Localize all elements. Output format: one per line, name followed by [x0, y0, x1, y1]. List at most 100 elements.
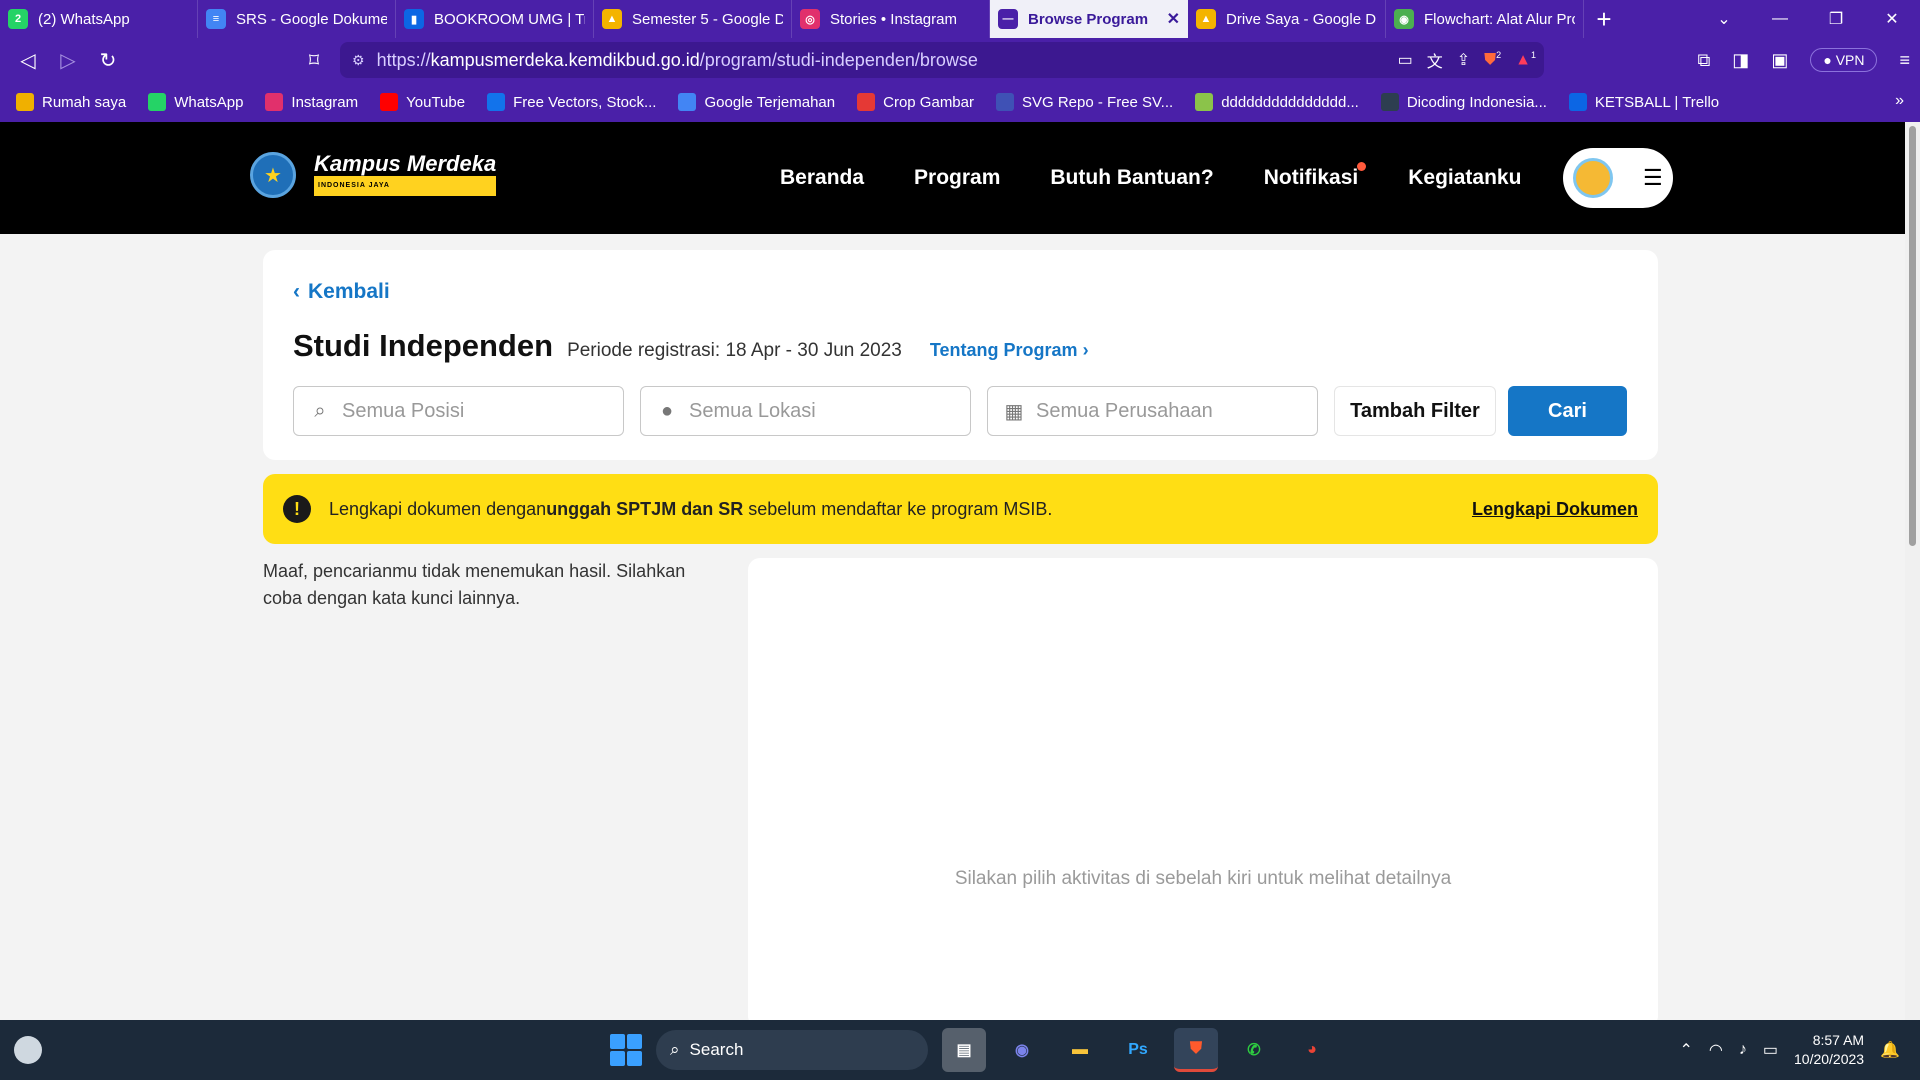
brave-browser-icon[interactable]: ⛊: [1174, 1028, 1218, 1072]
bookmark-item[interactable]: WhatsApp: [148, 93, 243, 111]
browser-tab[interactable]: ▮ BOOKROOM UMG | Trello: [396, 0, 594, 38]
teams-chat-icon[interactable]: ◉: [1000, 1028, 1044, 1072]
tab-title: Semester 5 - Google Drive: [632, 10, 783, 28]
browser-tab[interactable]: ▲ Drive Saya - Google Drive: [1188, 0, 1386, 38]
about-program-link[interactable]: Tentang Program ›: [930, 340, 1089, 361]
scrollbar-thumb[interactable]: [1909, 126, 1916, 546]
location-search-input[interactable]: ● Semua Lokasi: [640, 386, 971, 436]
bookmark-favicon-icon: [857, 93, 876, 111]
chevron-right-icon: ›: [1082, 340, 1089, 360]
browser-tab[interactable]: ≡ SRS - Google Dokumen: [198, 0, 396, 38]
bookmark-item[interactable]: Free Vectors, Stock...: [487, 93, 656, 111]
bookmark-label: WhatsApp: [174, 93, 244, 111]
nav-bantuan[interactable]: Butuh Bantuan?: [1050, 166, 1213, 190]
brave-rewards-icon[interactable]: ▲1: [1515, 50, 1536, 69]
site-logo[interactable]: ★ Kampus Merdeka INDONESIA JAYA: [250, 152, 497, 198]
detail-panel: Silakan pilih aktivitas di sebelah kiri …: [748, 558, 1658, 1020]
bookmark-item[interactable]: Instagram: [265, 93, 358, 111]
menu-icon[interactable]: ≡: [1899, 50, 1910, 71]
tab-title: (2) WhatsApp: [38, 10, 130, 28]
bookmark-item[interactable]: Crop Gambar: [857, 93, 974, 111]
bookmark-label: Instagram: [291, 93, 359, 111]
new-tab-button[interactable]: +: [1584, 0, 1624, 38]
bookmark-item[interactable]: SVG Repo - Free SV...: [996, 93, 1173, 111]
windows-start-icon[interactable]: [610, 1034, 642, 1066]
bookmark-item[interactable]: Rumah saya: [16, 93, 126, 111]
nav-beranda[interactable]: Beranda: [780, 166, 864, 190]
search-button[interactable]: Cari: [1508, 386, 1627, 436]
browser-toolbar: ◁ ▷ ↻ ⌑ ⚙ https://kampusmerdeka.kemdikbu…: [0, 38, 1920, 82]
avatar[interactable]: [1573, 158, 1613, 198]
task-view-icon[interactable]: ▤: [942, 1028, 986, 1072]
back-arrow-icon[interactable]: ◁: [8, 42, 48, 78]
wallet-icon[interactable]: ▣: [1771, 50, 1788, 71]
address-bar[interactable]: ⚙ https://kampusmerdeka.kemdikbud.go.id /…: [340, 42, 1544, 78]
hamburger-menu-icon[interactable]: ☰: [1643, 165, 1663, 191]
bookmark-item[interactable]: Dicoding Indonesia...: [1380, 93, 1547, 111]
vpn-button[interactable]: ● VPN: [1810, 48, 1878, 72]
browser-tab[interactable]: ◉ Flowchart: Alat Alur Proses: [1386, 0, 1584, 38]
share-icon[interactable]: ⇪: [1457, 50, 1470, 70]
volume-icon[interactable]: ♪: [1739, 1041, 1747, 1059]
notification-bell-icon[interactable]: 🔔: [1880, 1040, 1900, 1060]
company-search-input[interactable]: ▦ Semua Perusahaan: [987, 386, 1318, 436]
back-link[interactable]: ‹ Kembali: [293, 280, 390, 304]
bookmark-favicon-icon: [996, 93, 1014, 111]
bookmark-label: SVG Repo - Free SV...: [1022, 93, 1174, 111]
restore-icon[interactable]: ❐: [1808, 9, 1864, 29]
forward-arrow-icon[interactable]: ▷: [48, 42, 88, 78]
bookmark-item[interactable]: KETSBALL | Trello: [1568, 93, 1719, 111]
url-scheme: https://: [376, 49, 431, 70]
bookmark-item[interactable]: YouTube: [380, 93, 465, 111]
reload-icon[interactable]: ↻: [88, 42, 128, 78]
brave-shield-icon[interactable]: ⛊2: [1484, 50, 1501, 69]
add-filter-button[interactable]: Tambah Filter: [1334, 386, 1496, 436]
phone-app-icon[interactable]: ✆: [1232, 1028, 1276, 1072]
bookmark-item[interactable]: ddddddddddddddd...: [1195, 93, 1359, 111]
complete-documents-link[interactable]: Lengkapi Dokumen: [1472, 499, 1638, 520]
close-window-icon[interactable]: ✕: [1864, 9, 1920, 29]
browser-tab[interactable]: — Browse Program | Kampus ✕: [990, 0, 1188, 38]
bookmark-icon[interactable]: ⌑: [294, 42, 334, 78]
tab-title: Browse Program | Kampus: [1028, 10, 1153, 28]
bookmark-favicon-icon: [1195, 93, 1214, 111]
sidebar-icon[interactable]: ◨: [1732, 50, 1749, 71]
bookmark-favicon-icon: [678, 93, 697, 111]
position-search-input[interactable]: ⌕ Semua Posisi: [293, 386, 624, 436]
bookmark-favicon-icon: [487, 93, 506, 111]
weather-icon[interactable]: [14, 1036, 42, 1064]
photoshop-icon[interactable]: Ps: [1116, 1028, 1160, 1072]
tut-wuri-emblem-icon: ★: [250, 152, 296, 198]
cast-icon[interactable]: ▭: [1398, 50, 1413, 70]
tab-favicon-icon: ◉: [1394, 9, 1414, 29]
extensions-icon[interactable]: ⧉: [1697, 50, 1710, 71]
more-bookmarks-icon[interactable]: »: [1895, 92, 1904, 110]
url-host: kampusmerdeka.kemdikbud.go.id: [430, 49, 700, 70]
bookmarks-bar: Rumah saya WhatsApp Instagram YouTube Free V…: [0, 82, 1920, 122]
bookmark-favicon-icon: [265, 93, 284, 111]
browser-tab[interactable]: ◎ Stories • Instagram: [792, 0, 990, 38]
user-menu[interactable]: ☰: [1563, 148, 1673, 208]
site-info-icon[interactable]: ⚙: [352, 52, 365, 69]
browser-tab[interactable]: 2 (2) WhatsApp: [0, 0, 198, 38]
nav-program[interactable]: Program: [914, 166, 1000, 190]
show-hidden-icons-icon[interactable]: ⌃: [1680, 1040, 1693, 1060]
tab-search-icon[interactable]: ⌄: [1696, 9, 1752, 29]
nav-notifikasi[interactable]: Notifikasi: [1264, 162, 1367, 190]
page-scrollbar[interactable]: [1905, 122, 1920, 1020]
battery-icon[interactable]: ▭: [1763, 1040, 1778, 1060]
bookmark-favicon-icon: [380, 93, 399, 111]
chrome-icon[interactable]: ◕: [1290, 1028, 1334, 1072]
bookmark-item[interactable]: Google Terjemahan: [678, 93, 835, 111]
detail-hint: Silakan pilih aktivitas di sebelah kiri …: [954, 868, 1452, 889]
translate-icon[interactable]: 文: [1427, 48, 1443, 72]
window-controls: ⌄ — ❐ ✕: [1696, 0, 1920, 38]
wifi-icon[interactable]: ◠: [1709, 1040, 1723, 1060]
minimize-icon[interactable]: —: [1752, 10, 1808, 28]
browser-tab[interactable]: ▲ Semester 5 - Google Drive: [594, 0, 792, 38]
file-explorer-icon[interactable]: ▬: [1058, 1028, 1102, 1072]
taskbar-search[interactable]: ⌕ Search: [656, 1030, 928, 1070]
close-tab-icon[interactable]: ✕: [1167, 9, 1180, 29]
nav-kegiatanku[interactable]: Kegiatanku: [1408, 166, 1521, 190]
system-clock[interactable]: 8:57 AM 10/20/2023: [1794, 1031, 1864, 1069]
